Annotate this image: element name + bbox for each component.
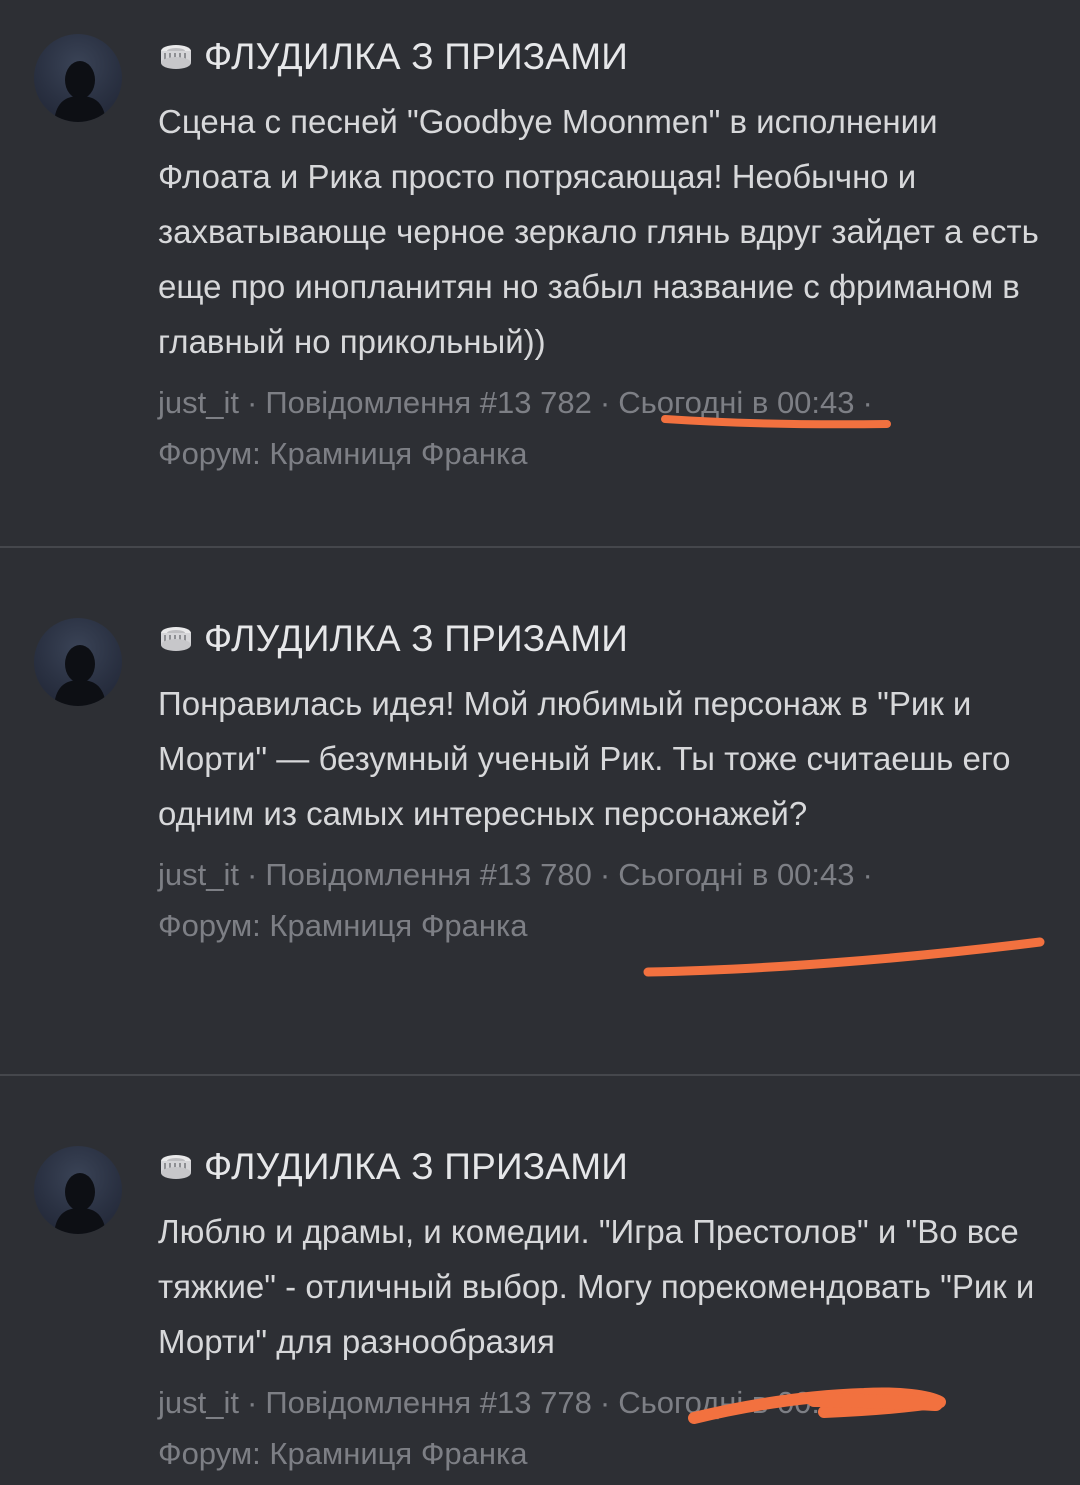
author-link[interactable]: just_it bbox=[158, 385, 239, 420]
post-number-link[interactable]: Повідомлення #13 780 bbox=[265, 857, 592, 892]
avatar[interactable] bbox=[34, 618, 122, 706]
post-meta: just_it · Повідомлення #13 780 · Сьогодні в … bbox=[158, 857, 873, 943]
message-text: Люблю и драмы, и комедии. "Игра Престоло… bbox=[158, 1213, 1035, 1360]
coin-stack-icon bbox=[161, 45, 191, 69]
post-item: ФЛУДИЛКА З ПРИЗАМИ Люблю и драмы, и коме… bbox=[0, 1078, 1080, 1485]
coin-stack-icon bbox=[161, 627, 191, 651]
coin-stack-icon bbox=[161, 1155, 191, 1179]
message-text: Понравилась идея! Мой любимый персонаж в… bbox=[158, 685, 1011, 832]
post-item: ФЛУДИЛКА З ПРИЗАМИ Сцена с песней "Goodb… bbox=[0, 0, 1080, 548]
post-time: Сьогодні в 00:43 bbox=[618, 385, 855, 420]
avatar-silhouette-icon bbox=[54, 645, 106, 706]
post-meta: just_it · Повідомлення #13 782 · Сьогодні в … bbox=[158, 385, 873, 471]
post-item: ФЛУДИЛКА З ПРИЗАМИ Понравилась идея! Мой… bbox=[0, 550, 1080, 1076]
topic-link[interactable]: ФЛУДИЛКА З ПРИЗАМИ bbox=[158, 1144, 1050, 1190]
post-meta: just_it · Повідомлення #13 778 · Сьогодні в … bbox=[158, 1385, 873, 1471]
avatar[interactable] bbox=[34, 34, 122, 122]
topic-link[interactable]: ФЛУДИЛКА З ПРИЗАМИ bbox=[158, 34, 1050, 80]
topic-title: ФЛУДИЛКА З ПРИЗАМИ bbox=[204, 1146, 629, 1187]
message-text: Сцена с песней "Goodbye Moonmen" в испол… bbox=[158, 103, 1039, 360]
post-number-link[interactable]: Повідомлення #13 782 bbox=[265, 385, 592, 420]
topic-link[interactable]: ФЛУДИЛКА З ПРИЗАМИ bbox=[158, 616, 1050, 662]
avatar-silhouette-icon bbox=[54, 1173, 106, 1234]
post-number-link[interactable]: Повідомлення #13 778 bbox=[265, 1385, 592, 1420]
topic-title: ФЛУДИЛКА З ПРИЗАМИ bbox=[204, 36, 629, 77]
post-time: Сьогодні в 00:43 bbox=[618, 857, 855, 892]
avatar[interactable] bbox=[34, 1146, 122, 1234]
forum-link[interactable]: Форум: Крамниця Франка bbox=[158, 908, 528, 943]
topic-title: ФЛУДИЛКА З ПРИЗАМИ bbox=[204, 618, 629, 659]
forum-link[interactable]: Форум: Крамниця Франка bbox=[158, 1436, 528, 1471]
author-link[interactable]: just_it bbox=[158, 857, 239, 892]
avatar-silhouette-icon bbox=[54, 61, 106, 122]
forum-link[interactable]: Форум: Крамниця Франка bbox=[158, 436, 528, 471]
author-link[interactable]: just_it bbox=[158, 1385, 239, 1420]
post-time: Сьогодні в 00:43 bbox=[618, 1385, 855, 1420]
